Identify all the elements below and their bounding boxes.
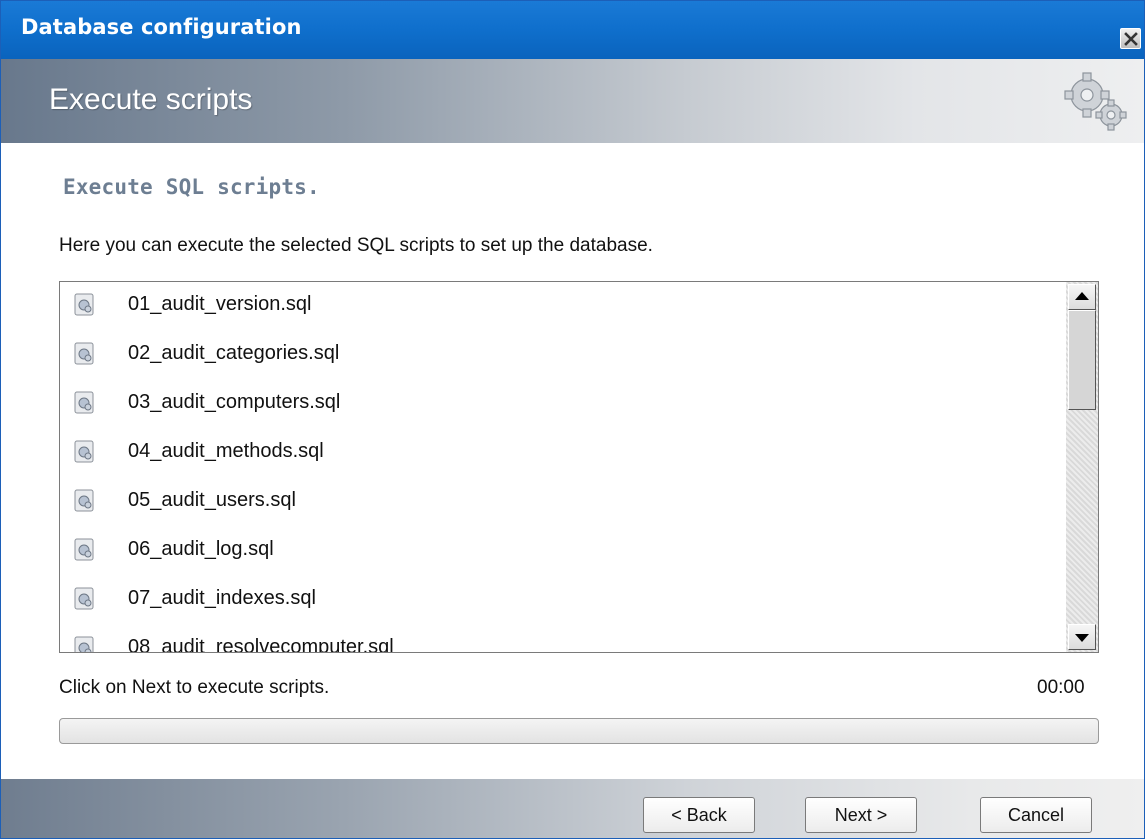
sql-script-file-icon xyxy=(74,440,94,463)
script-file-name: 07_audit_indexes.sql xyxy=(128,587,316,609)
sql-script-file-icon xyxy=(74,636,94,652)
vertical-scrollbar[interactable] xyxy=(1066,282,1098,652)
gears-icon xyxy=(1064,72,1127,131)
elapsed-time: 00:00 xyxy=(1037,677,1085,698)
script-file-name: 02_audit_categories.sql xyxy=(128,342,340,364)
scroll-thumb[interactable] xyxy=(1068,310,1096,410)
script-file-name: 08_audit_resolvecomputer.sql xyxy=(128,636,394,653)
scroll-down-button[interactable] xyxy=(1068,624,1096,650)
scroll-up-button[interactable] xyxy=(1068,284,1096,310)
window-title: Database configuration xyxy=(21,15,302,39)
back-button[interactable]: < Back xyxy=(643,797,755,833)
script-file-name: 04_audit_methods.sql xyxy=(128,440,324,462)
scripts-list[interactable]: 01_audit_version.sql 02_audit_categories… xyxy=(59,281,1099,653)
next-button[interactable]: Next > xyxy=(805,797,917,833)
close-button[interactable] xyxy=(1120,28,1141,49)
list-item[interactable]: 07_audit_indexes.sql xyxy=(74,583,1034,615)
sql-script-file-icon xyxy=(74,587,94,610)
wizard-footer: < Back Next > Cancel xyxy=(1,779,1144,838)
sql-script-file-icon xyxy=(74,538,94,561)
wizard-header: Execute scripts xyxy=(1,59,1144,143)
progress-bar xyxy=(59,718,1099,744)
arrow-down-icon xyxy=(1075,634,1089,642)
list-item[interactable]: 06_audit_log.sql xyxy=(74,534,1034,566)
arrow-up-icon xyxy=(1075,292,1089,300)
script-file-name: 03_audit_computers.sql xyxy=(128,391,341,413)
section-title: Execute SQL scripts. xyxy=(63,175,320,199)
cancel-button[interactable]: Cancel xyxy=(980,797,1092,833)
list-item[interactable]: 04_audit_methods.sql xyxy=(74,436,1034,468)
page-title: Execute scripts xyxy=(49,83,253,116)
list-item[interactable]: 01_audit_version.sql xyxy=(74,289,1034,321)
list-item[interactable]: 02_audit_categories.sql xyxy=(74,338,1034,370)
script-file-name: 01_audit_version.sql xyxy=(128,293,312,315)
sql-script-file-icon xyxy=(74,342,94,365)
close-icon xyxy=(1124,32,1138,46)
list-item[interactable]: 05_audit_users.sql xyxy=(74,485,1034,517)
script-file-name: 05_audit_users.sql xyxy=(128,489,296,511)
sql-script-file-icon xyxy=(74,391,94,414)
list-item[interactable]: 03_audit_computers.sql xyxy=(74,387,1034,419)
list-item[interactable]: 08_audit_resolvecomputer.sql xyxy=(74,632,1034,653)
sql-script-file-icon xyxy=(74,293,94,316)
script-file-name: 06_audit_log.sql xyxy=(128,538,274,560)
database-configuration-dialog: Database configuration Execute scripts E… xyxy=(0,0,1145,839)
title-bar[interactable]: Database configuration xyxy=(1,1,1144,59)
content-area: Execute SQL scripts. Here you can execut… xyxy=(1,143,1144,779)
description-text: Here you can execute the selected SQL sc… xyxy=(59,235,653,256)
status-text: Click on Next to execute scripts. xyxy=(59,677,330,698)
sql-script-file-icon xyxy=(74,489,94,512)
